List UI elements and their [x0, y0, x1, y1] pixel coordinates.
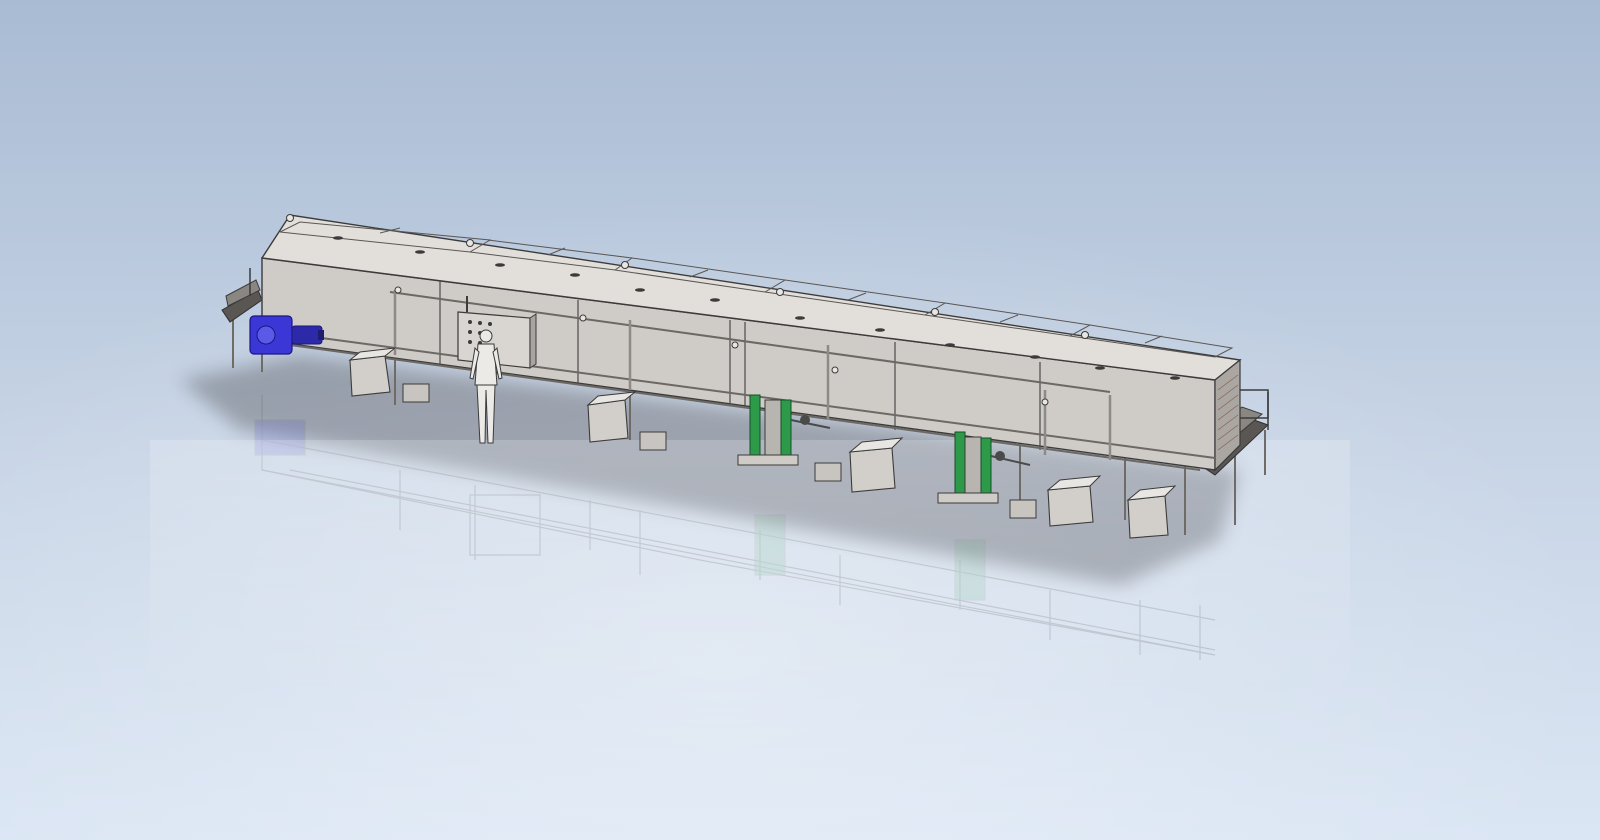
- pasteurizer-tunnel-model[interactable]: [0, 0, 1600, 840]
- cad-viewport[interactable]: [0, 0, 1600, 840]
- reflection-fade: [150, 440, 1350, 700]
- infeed-conveyor[interactable]: [221, 268, 263, 323]
